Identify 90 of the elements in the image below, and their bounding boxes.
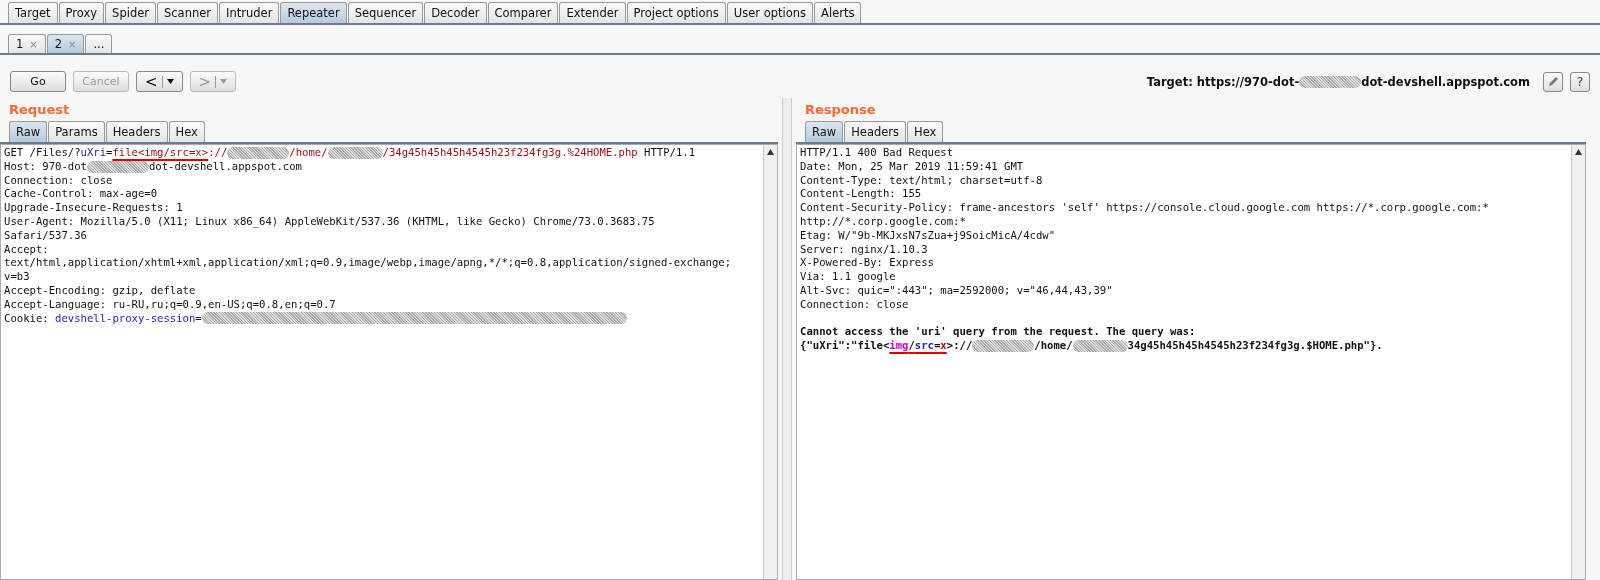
pane-title: Response <box>804 101 877 119</box>
scrollbar[interactable] <box>1571 145 1585 579</box>
code-text: HTTP/1.1 400 Bad Request <box>800 146 954 160</box>
code-text: Server: nginx/1.10.3 <box>800 242 928 257</box>
code-text: /home/ <box>289 146 328 160</box>
code-text: 34g45h45h45h4545h23f234fg3g.$HOME.php"}. <box>1127 339 1383 353</box>
code-text: User-Agent: Mozilla/5.0 (X11; Linux x86_64) AppleWebKit/537.36 (KHTML, like Gecko) Chrome/73.0.3683.75 <box>4 215 655 229</box>
redacted-area <box>972 340 1035 353</box>
main-tab[interactable]: Scanner <box>157 2 219 23</box>
redacted-area <box>227 146 290 159</box>
pane-tab[interactable]: Raw <box>805 121 844 142</box>
pane-tab[interactable]: Headers <box>105 121 168 142</box>
scrollbar[interactable] <box>763 145 777 579</box>
main-tab[interactable]: Repeater <box>280 2 347 23</box>
code-text: x <box>940 339 947 353</box>
code-text: devshell-proxy-session <box>55 311 196 326</box>
code-text: Upgrade-Insecure-Requests: 1 <box>4 201 183 215</box>
request-tab[interactable]: 1 × <box>8 34 46 53</box>
toolbar-button[interactable]: Go <box>10 71 66 92</box>
code-text: dot-devshell.appspot.com <box>148 159 302 174</box>
history-button[interactable]: < <box>136 71 183 92</box>
code-text: / <box>908 339 915 353</box>
code-text: /home/ <box>1034 339 1073 353</box>
code-text: Host: 970-dot <box>4 159 87 174</box>
pane-title: Request <box>8 101 71 119</box>
code-text: dot-devshell.appspot.com <box>1361 74 1530 89</box>
code-text: Accept: <box>4 242 49 257</box>
code-text: Connection: close <box>800 297 909 312</box>
pane-tab[interactable]: Raw <box>9 121 48 142</box>
code-text: Content-Length: 155 <box>800 187 922 202</box>
code-text: Content-Type: text/html; charset=utf-8 <box>800 173 1043 188</box>
main-tab[interactable]: Alerts <box>814 2 862 23</box>
pane-tab[interactable]: Hex <box>168 121 205 142</box>
code-text: uXri <box>80 146 107 160</box>
main-tab[interactable]: Comparer <box>487 2 559 23</box>
pane-tab[interactable]: Params <box>48 121 105 142</box>
code-text: img <box>889 339 909 353</box>
code-text: GET /Files/? <box>4 146 81 160</box>
code-text: Content-Security-Policy: frame-ancestors 'self' https://console.cloud.google.com https://*.corp.google.com:* <box>800 201 1489 215</box>
main-tab[interactable]: Decoder <box>424 2 487 23</box>
request-tab[interactable]: 2 × <box>46 34 85 53</box>
code-text: Etag: W/"9b-MKJxsN7sZua+j9SoicMicA/4cdw" <box>800 228 1056 243</box>
main-tab[interactable]: Spider <box>105 2 156 23</box>
main-tab[interactable]: Intruder <box>219 2 280 23</box>
help-button[interactable]: ? <box>1570 71 1590 92</box>
main-tab[interactable]: Extender <box>559 2 626 23</box>
code-text: Accept-Language: ru-RU,ru;q=0.9,en-US;q=0.8,en;q=0.7 <box>4 297 336 312</box>
main-tab[interactable]: Target <box>8 2 58 23</box>
code-text: Connection: close <box>4 173 113 188</box>
redacted-area <box>1072 340 1128 353</box>
code-text: Alt-Svc: quic=":443"; ma=2592000; v="46,44,43,39" <box>800 283 1113 298</box>
code-text: = <box>106 146 113 160</box>
code-text: {"uXri":"file< <box>800 339 890 353</box>
main-tab[interactable]: Project options <box>626 2 726 23</box>
code-text: HTTP/1.1 <box>643 146 696 160</box>
up-arrow-icon[interactable] <box>1574 148 1583 156</box>
code-text: Cookie: <box>4 311 50 326</box>
code-text: :// <box>208 146 228 160</box>
pencil-icon <box>1547 75 1559 88</box>
code-text: >:// <box>946 339 973 353</box>
redacted-area <box>86 160 149 173</box>
redacted-area <box>327 146 383 159</box>
message-editor[interactable] <box>796 144 1586 580</box>
code-text: Safari/537.36 <box>4 228 87 243</box>
code-text: src <box>914 339 934 353</box>
code-text: Accept-Encoding: gzip, deflate <box>4 283 196 298</box>
code-text: = <box>195 311 202 326</box>
main-tab[interactable]: Proxy <box>58 2 105 23</box>
request-tab[interactable]: ... <box>85 34 113 53</box>
caret-icon <box>220 79 228 84</box>
code-text: Cache-Control: max-age=0 <box>4 187 158 202</box>
code-text: X-Powered-By: Express <box>800 256 934 271</box>
code-text: Via: 1.1 google <box>800 270 896 284</box>
code-text: /34g45h45h45h4545h23f234fg3g.%24HOME.php <box>382 146 638 160</box>
edit-button[interactable] <box>1543 71 1563 92</box>
main-tab[interactable]: Sequencer <box>347 2 424 23</box>
code-text: http://*.corp.google.com:* <box>800 215 966 229</box>
code-text: text/html,application/xhtml+xml,application/xml;q=0.9,image/webp,image/apng,*/*;q=0.8,application/signed-exchange; <box>4 256 732 271</box>
caret-icon <box>166 79 174 84</box>
pane-tab[interactable]: Hex <box>907 121 944 142</box>
code-text: Cannot access the 'uri' query from the request. The query was: <box>800 325 1196 340</box>
code-text: = <box>933 339 941 353</box>
code-text: Date: Mon, 25 Mar 2019 11:59:41 GMT <box>800 159 1024 174</box>
code-text: v=b3 <box>4 270 30 284</box>
up-arrow-icon[interactable] <box>766 148 775 156</box>
main-tab[interactable]: User options <box>726 2 814 23</box>
code-text: Target: https://970-dot- <box>1146 74 1300 89</box>
pane-tab[interactable]: Headers <box>844 121 907 142</box>
redacted-area <box>1299 75 1362 88</box>
code-text: file<img/src=x> <box>112 146 209 160</box>
